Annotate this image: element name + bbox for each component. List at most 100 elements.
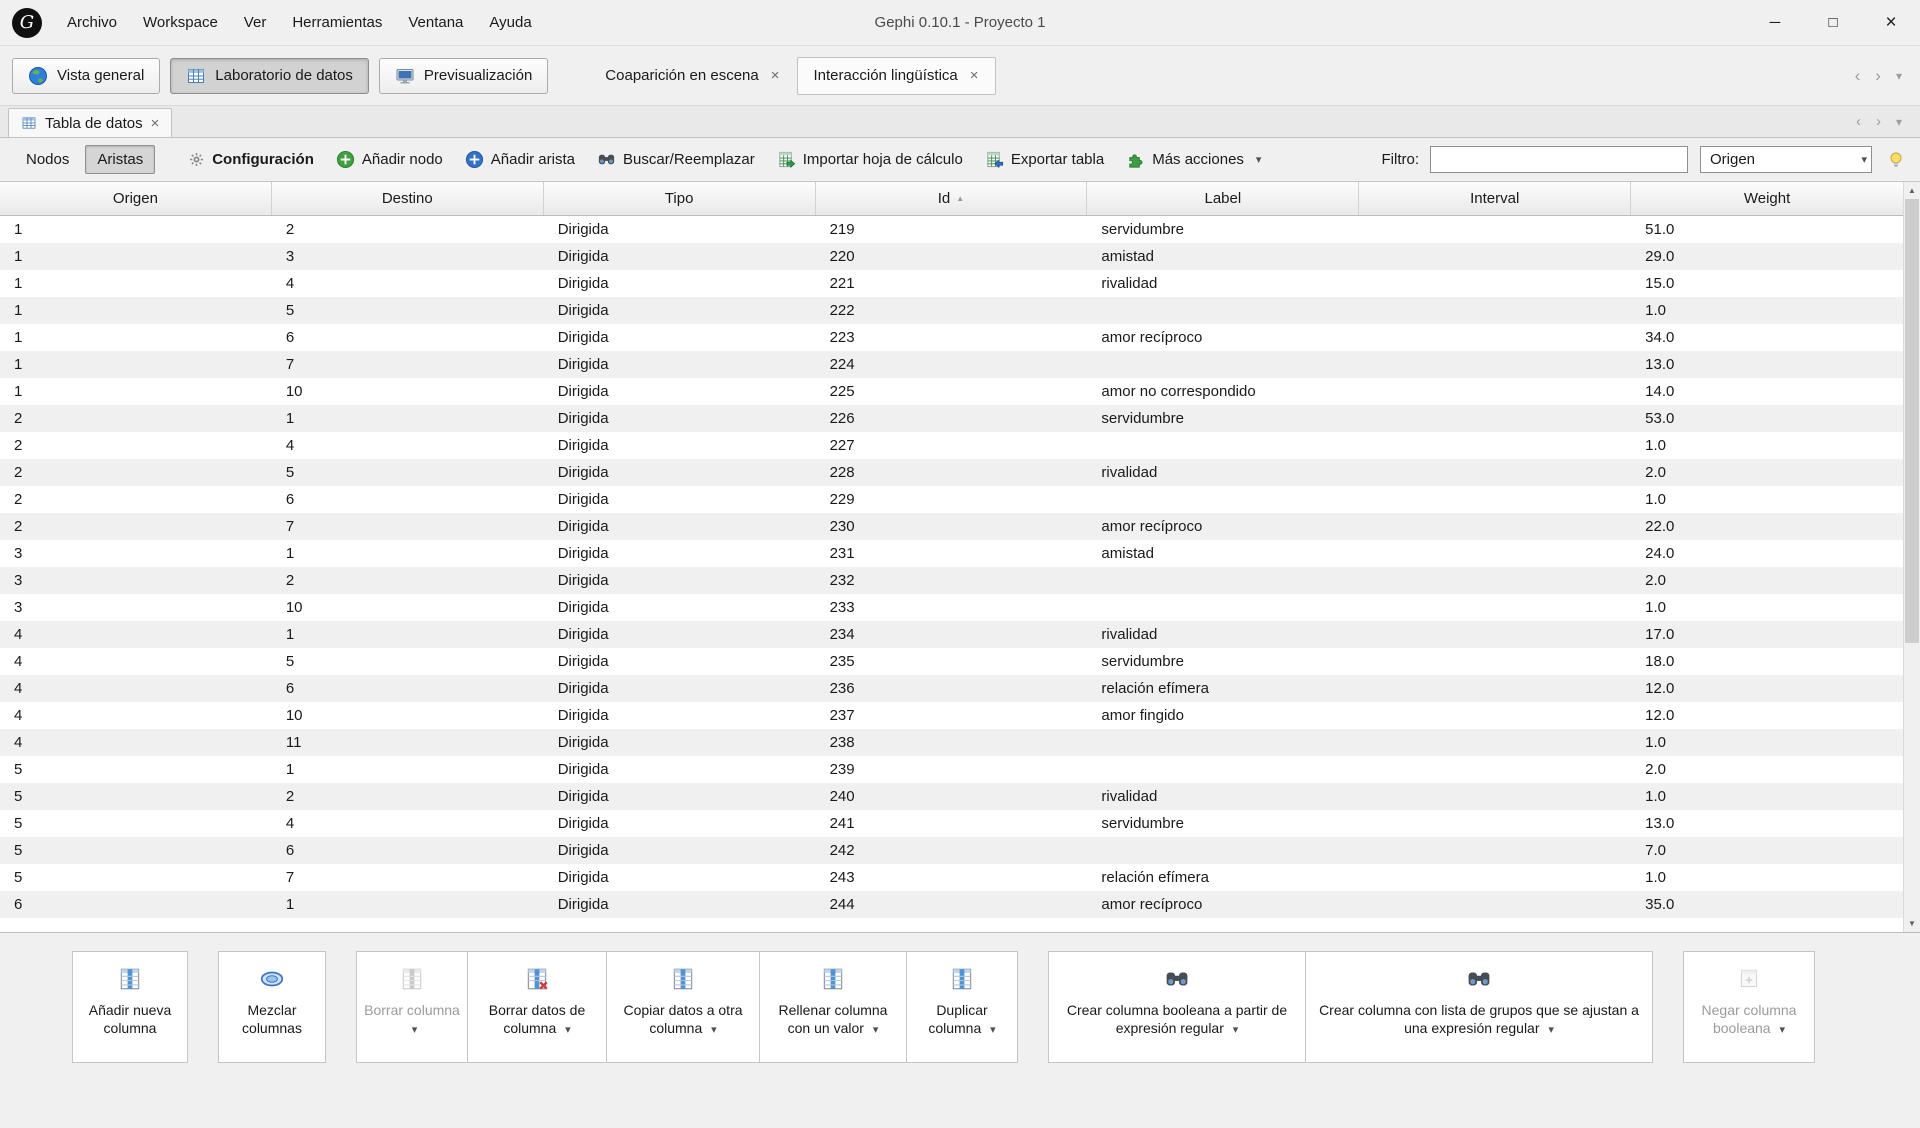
table-row[interactable]: 410Dirigida237amor fingido12.0 [0,702,1903,729]
configuracion-button[interactable]: Configuración [179,146,323,173]
table-row[interactable]: 41Dirigida234rivalidad17.0 [0,621,1903,648]
cell-interval [1359,837,1631,864]
anadir-arista-button[interactable]: Añadir arista [456,145,584,174]
table-row[interactable]: 26Dirigida2291.0 [0,486,1903,513]
minimize-button[interactable]: ─ [1746,0,1804,45]
column-header-interval[interactable]: Interval [1359,182,1631,215]
close-button[interactable]: × [1862,0,1920,45]
close-icon[interactable]: × [970,68,979,83]
aristas-button[interactable]: Aristas [85,145,155,174]
table-row[interactable]: 411Dirigida2381.0 [0,729,1903,756]
scroll-tabs-right-icon[interactable]: › [1875,67,1881,84]
action-rellenar-columna-con-un-valor[interactable]: Rellenar columna con un valor ▾ [759,951,907,1063]
menu-ver[interactable]: Ver [231,0,280,45]
menu-ayuda[interactable]: Ayuda [476,0,544,45]
table-row[interactable]: 52Dirigida240rivalidad1.0 [0,783,1903,810]
tab-list-chevron-icon[interactable]: ▾ [1896,70,1902,82]
column-header-weight[interactable]: Weight [1631,182,1903,215]
table-row[interactable]: 15Dirigida2221.0 [0,297,1903,324]
scroll-tabs-left-icon[interactable]: ‹ [1855,67,1861,84]
action-anadir-nueva-columna[interactable]: Añadir nueva columna [72,951,188,1063]
view-tab-vista-general[interactable]: Vista general [12,58,160,94]
column-header-label[interactable]: Label [1087,182,1359,215]
table-row[interactable]: 51Dirigida2392.0 [0,756,1903,783]
exportar-tabla-button[interactable]: Exportar tabla [976,145,1113,174]
filter-column-selector[interactable]: Origen ▾ [1700,146,1872,173]
scroll-up-icon[interactable]: ▲ [1904,182,1920,199]
table-row[interactable]: 110Dirigida225amor no correspondido14.0 [0,378,1903,405]
close-icon[interactable]: × [771,68,780,83]
table-row[interactable]: 310Dirigida2331.0 [0,594,1903,621]
lightbulb-icon[interactable] [1886,150,1906,170]
table-main: OrigenDestinoTipoId▲LabelIntervalWeight … [0,182,1903,932]
cell-origen: 3 [0,540,272,567]
action-mezclar-columnas[interactable]: Mezclar columnas [218,951,326,1063]
maximize-button[interactable]: □ [1804,0,1862,45]
cell-destino: 2 [272,216,544,243]
table-header: OrigenDestinoTipoId▲LabelIntervalWeight [0,182,1903,216]
chevron-down-icon: ▾ [1233,1024,1239,1036]
table-row[interactable]: 56Dirigida2427.0 [0,837,1903,864]
table-row[interactable]: 45Dirigida235servidumbre18.0 [0,648,1903,675]
scrollbar-thumb[interactable] [1905,199,1919,643]
cell-interval [1359,702,1631,729]
cell-weight: 14.0 [1631,378,1903,405]
scroll-tabs-right-icon[interactable]: › [1876,114,1881,129]
table-row[interactable]: 16Dirigida223amor recíproco34.0 [0,324,1903,351]
column-header-id[interactable]: Id▲ [816,182,1088,215]
menu-ventana[interactable]: Ventana [395,0,476,45]
table-row[interactable]: 14Dirigida221rivalidad15.0 [0,270,1903,297]
action-crear-columna-booleana[interactable]: Crear columna booleana a partir de expre… [1048,951,1306,1063]
table-row[interactable]: 27Dirigida230amor recíproco22.0 [0,513,1903,540]
view-tab-previsualizacion[interactable]: Previsualización [379,58,548,94]
workspace-tab-coaparicion-en-escena[interactable]: Coaparición en escena× [588,57,796,95]
action-crear-columna-grupos[interactable]: Crear columna con lista de grupos que se… [1305,951,1653,1063]
column-header-destino[interactable]: Destino [272,182,544,215]
cell-destino: 7 [272,864,544,891]
scroll-down-icon[interactable]: ▼ [1904,915,1920,932]
scroll-tabs-left-icon[interactable]: ‹ [1856,114,1861,129]
table-row[interactable]: 31Dirigida231amistad24.0 [0,540,1903,567]
cell-label [1087,486,1359,513]
cell-tipo: Dirigida [544,378,816,405]
tab-list-chevron-icon[interactable]: ▾ [1896,116,1902,128]
table-row[interactable]: 13Dirigida220amistad29.0 [0,243,1903,270]
table-row[interactable]: 54Dirigida241servidumbre13.0 [0,810,1903,837]
column-header-tipo[interactable]: Tipo [544,182,816,215]
anadir-nodo-button[interactable]: Añadir nodo [327,145,452,174]
table-row[interactable]: 61Dirigida244amor recíproco35.0 [0,891,1903,918]
menu-workspace[interactable]: Workspace [130,0,231,45]
action-borrar-datos-de-columna[interactable]: Borrar datos de columna ▾ [467,951,607,1063]
mas-acciones-button[interactable]: Más acciones ▾ [1117,145,1270,174]
cell-origen: 3 [0,594,272,621]
cell-label: servidumbre [1087,405,1359,432]
table-row[interactable]: 24Dirigida2271.0 [0,432,1903,459]
menu-archivo[interactable]: Archivo [54,0,130,45]
action-duplicar-columna[interactable]: Duplicar columna ▾ [906,951,1018,1063]
table-row[interactable]: 17Dirigida22413.0 [0,351,1903,378]
close-icon[interactable]: × [151,116,160,131]
table-row[interactable]: 32Dirigida2322.0 [0,567,1903,594]
vertical-scrollbar[interactable]: ▲ ▼ [1903,182,1920,932]
tab-tabla-de-datos[interactable]: Tabla de datos × [8,108,172,137]
cell-weight: 1.0 [1631,864,1903,891]
cell-weight: 2.0 [1631,459,1903,486]
table-row[interactable]: 21Dirigida226servidumbre53.0 [0,405,1903,432]
table-row[interactable]: 46Dirigida236relación efímera12.0 [0,675,1903,702]
menu-herramientas[interactable]: Herramientas [279,0,395,45]
cell-destino: 5 [272,648,544,675]
table-row[interactable]: 25Dirigida228rivalidad2.0 [0,459,1903,486]
buscar-reemplazar-button[interactable]: Buscar/Reemplazar [588,145,764,174]
cell-label [1087,351,1359,378]
table-row[interactable]: 57Dirigida243relación efímera1.0 [0,864,1903,891]
importar-hoja-button[interactable]: Importar hoja de cálculo [768,145,972,174]
action-copiar-datos-a-otra-columna[interactable]: Copiar datos a otra columna ▾ [606,951,760,1063]
table-row[interactable]: 12Dirigida219servidumbre51.0 [0,216,1903,243]
filter-input[interactable] [1430,146,1688,173]
scrollbar-track[interactable] [1904,199,1920,915]
workspace-tab-interaccion-linguistica[interactable]: Interacción lingüística× [797,57,996,95]
view-tab-laboratorio-de-datos[interactable]: Laboratorio de datos [170,58,369,94]
cell-origen: 1 [0,297,272,324]
column-header-origen[interactable]: Origen [0,182,272,215]
nodos-button[interactable]: Nodos [14,145,81,174]
